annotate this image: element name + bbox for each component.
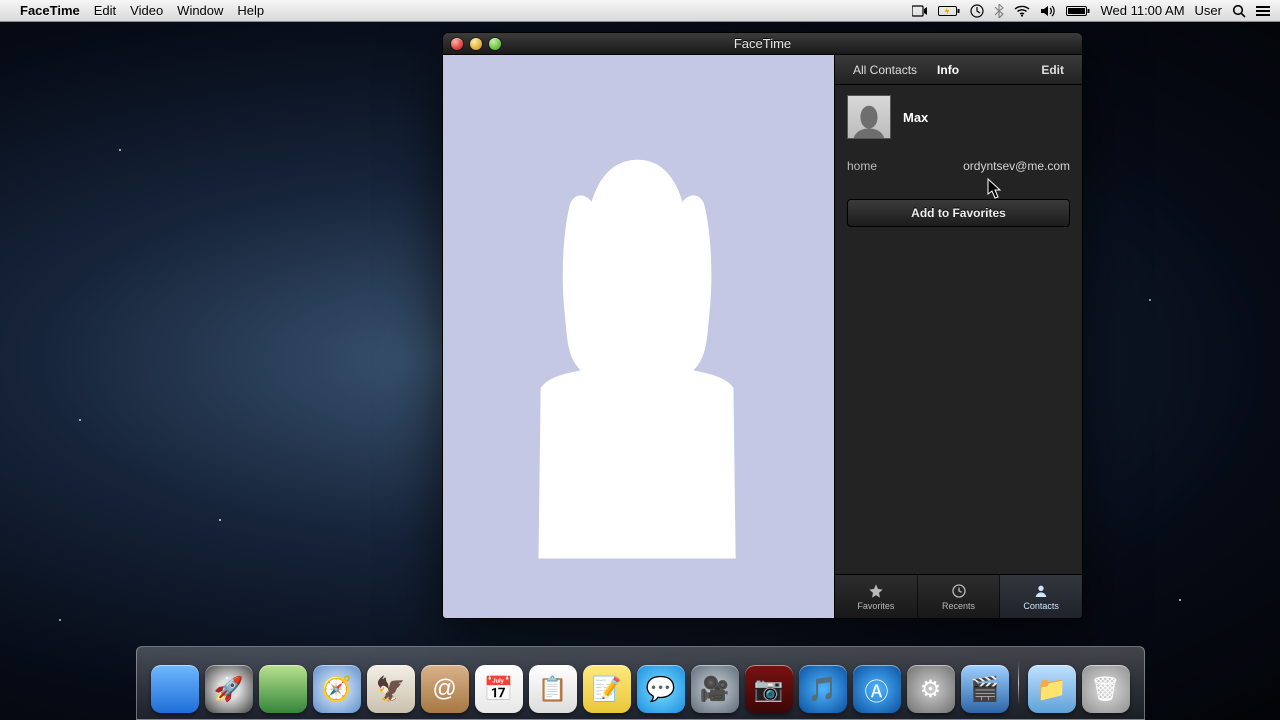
tab-info[interactable]: Info: [927, 57, 969, 83]
bluetooth-icon[interactable]: [994, 4, 1004, 18]
bottom-tab-label: Recents: [942, 601, 975, 611]
bottom-tab-label: Contacts: [1023, 601, 1059, 611]
wifi-icon[interactable]: [1014, 5, 1030, 17]
contact-name: Max: [903, 110, 928, 125]
volume-icon[interactable]: [1040, 5, 1056, 17]
app-menu[interactable]: FaceTime: [20, 3, 80, 18]
avatar-silhouette-icon: [850, 100, 888, 138]
spotlight-icon[interactable]: [1232, 4, 1246, 18]
bottom-tab-recents[interactable]: Recents: [918, 575, 1001, 618]
dock-finder[interactable]: [151, 665, 199, 713]
dock-mail[interactable]: 🦅: [367, 665, 415, 713]
clock[interactable]: Wed 11:00 AM: [1100, 3, 1184, 18]
dock-contacts[interactable]: @: [421, 665, 469, 713]
notification-center-icon[interactable]: [1256, 5, 1270, 17]
menu-video[interactable]: Video: [130, 3, 163, 18]
add-to-favorites-button[interactable]: Add to Favorites: [847, 199, 1070, 227]
dock-photobooth[interactable]: 📷: [745, 665, 793, 713]
video-preview: [443, 55, 835, 618]
tab-all-contacts[interactable]: All Contacts: [843, 57, 927, 83]
person-icon: [1033, 583, 1049, 599]
bottom-tab-favorites[interactable]: Favorites: [835, 575, 918, 618]
titlebar[interactable]: FaceTime: [443, 33, 1082, 55]
dock-calendar[interactable]: 📅: [475, 665, 523, 713]
menubar: FaceTime Edit Video Window Help Wed 11:0…: [0, 0, 1280, 22]
dock-launchpad[interactable]: 🚀: [205, 665, 253, 713]
user-menu[interactable]: User: [1195, 3, 1222, 18]
dock-messages[interactable]: 💬: [637, 665, 685, 713]
dock-notes[interactable]: 📝: [583, 665, 631, 713]
dock-itunes[interactable]: 🎵: [799, 665, 847, 713]
battery-warning-icon[interactable]: [938, 5, 960, 17]
dock-reminders[interactable]: 📋: [529, 665, 577, 713]
bottom-tab-contacts[interactable]: Contacts: [1000, 575, 1082, 618]
dock-downloads[interactable]: 📁: [1028, 665, 1076, 713]
star-icon: [868, 583, 884, 599]
facetime-window: FaceTime All Contacts Info Edit Max home…: [442, 32, 1083, 619]
dock-trash[interactable]: 🗑: [1082, 665, 1130, 713]
screen-record-icon[interactable]: [912, 5, 928, 17]
timemachine-icon[interactable]: [970, 4, 984, 18]
contact-panel: All Contacts Info Edit Max home ordyntse…: [835, 55, 1082, 618]
silhouette-icon: [472, 78, 804, 596]
bottom-tab-label: Favorites: [857, 601, 894, 611]
menu-edit[interactable]: Edit: [94, 3, 116, 18]
email-label: home: [847, 159, 877, 173]
contact-email-row[interactable]: home ordyntsev@me.com: [835, 153, 1082, 183]
dock-facetime[interactable]: 🎥: [691, 665, 739, 713]
menu-window[interactable]: Window: [177, 3, 223, 18]
battery-icon[interactable]: [1066, 5, 1090, 17]
avatar: [847, 95, 891, 139]
dock-mission-ctrl[interactable]: [259, 665, 307, 713]
email-value: ordyntsev@me.com: [963, 159, 1070, 173]
dock-screenflow[interactable]: 🎬: [961, 665, 1009, 713]
dock-separator: [1018, 661, 1019, 705]
dock: 🚀 🧭🦅@📅📋📝💬🎥📷🎵Ⓐ⚙🎬 📁🗑: [0, 646, 1280, 720]
dock-appstore[interactable]: Ⓐ: [853, 665, 901, 713]
menu-help[interactable]: Help: [237, 3, 264, 18]
clock-icon: [951, 583, 967, 599]
window-title: FaceTime: [443, 36, 1082, 51]
edit-button[interactable]: Edit: [1031, 57, 1074, 83]
dock-preferences[interactable]: ⚙: [907, 665, 955, 713]
dock-safari[interactable]: 🧭: [313, 665, 361, 713]
